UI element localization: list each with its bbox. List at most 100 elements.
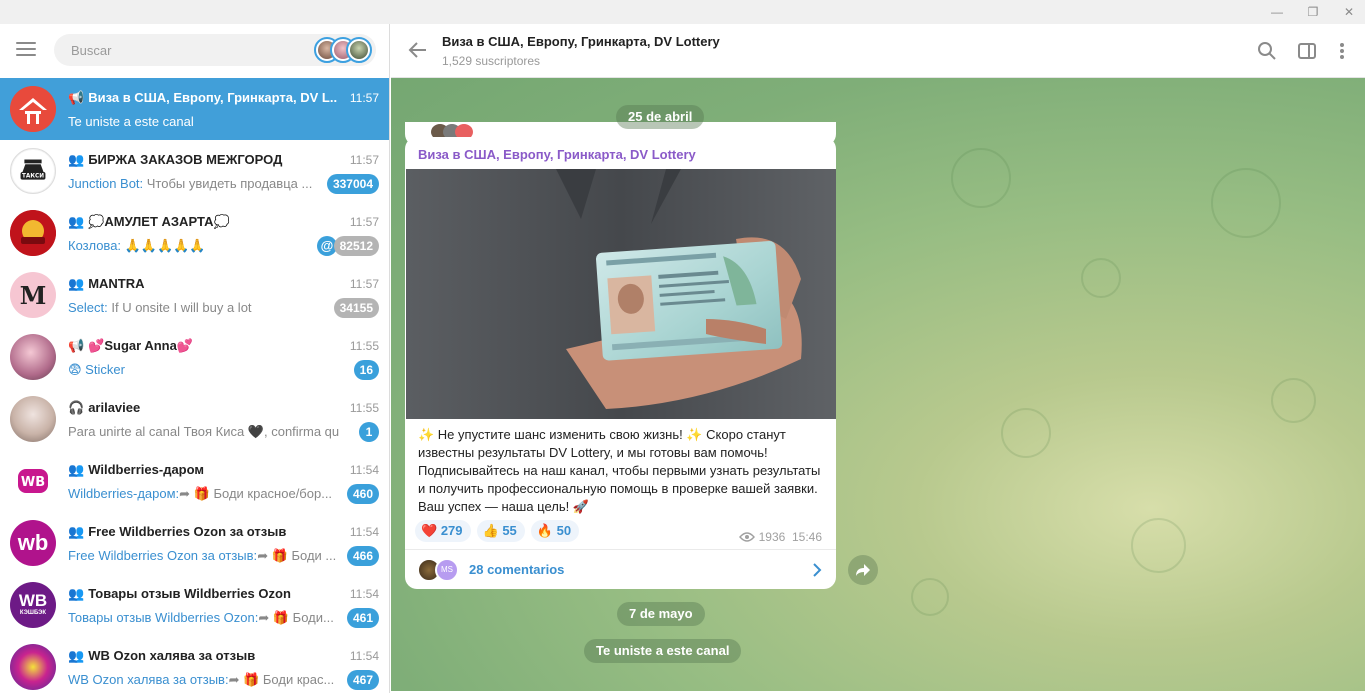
unread-badge: 467 [346,670,379,690]
chat-preview: Te uniste a este canal [68,114,194,129]
chat-title: 🎧 arilaviee [68,400,141,415]
chat-item[interactable]: wb 👥 Free Wildberries Ozon за отзыв 11:54… [0,512,389,574]
unread-badge: 16 [353,360,379,380]
more-options-icon[interactable] [1332,41,1352,61]
channel-post: Виза в США, Европу, Гринкарта, DV Lotter… [405,137,836,589]
sidebar-toggle-icon[interactable] [1297,41,1317,61]
chat-avatar: WB КЭШБЭК [10,582,56,628]
chat-item[interactable]: 🎧 arilaviee 11:55 Para unirte al canal Тв… [0,388,389,450]
chat-list-panel: Buscar 📢 Виза в США, Европу, Гринкарта, D… [0,24,390,693]
chat-title: 👥 Товары отзыв Wildberries Ozon [68,586,291,601]
chat-avatar: M [10,272,56,318]
restore-button[interactable]: ❐ [1298,0,1328,24]
chat-avatar [10,210,56,256]
chat-time: 11:57 [349,215,379,229]
view-count: 1936 [758,530,786,544]
chat-avatar: WB [10,458,56,504]
channel-title[interactable]: Виза в США, Европу, Гринкарта, DV Lotter… [442,34,720,49]
chat-preview: 😨 Sticker [68,362,125,377]
chat-title: 👥 Wildberries-даром [68,462,205,477]
stories-avatars[interactable] [314,37,372,63]
chat-title: 👥 MANTRA [68,276,145,291]
chat-item[interactable]: 📢 💕Sugar Anna💕 11:55 😨 Sticker 16 [0,326,389,388]
chat-preview: Wildberries-даром:➦ 🎁 Боди красное/бор..… [68,486,333,501]
chat-avatar [10,644,56,690]
unread-badge: 337004 [326,174,379,194]
post-photo[interactable] [406,169,836,419]
unread-badge: 82512 [333,236,379,256]
svg-text:WB: WB [21,475,45,490]
share-arrow-icon [856,564,870,576]
chat-item[interactable]: WB 👥 Wildberries-даром 11:54 Wildberries-… [0,450,389,512]
unread-badge: 460 [346,484,379,504]
chat-preview: Para unirte al canal Твоя Киса 🖤, confir… [68,424,339,439]
chat-time: 11:57 [349,91,379,105]
chat-title: 👥 💭АМУЛЕТ АЗАРТА💭 [68,214,230,229]
chat-item[interactable]: 📢 Виза в США, Европу, Гринкарта, DV L... … [0,78,389,140]
chat-avatar [10,334,56,380]
chat-avatar: ТАКСИ [10,148,56,194]
chat-time: 11:57 [349,277,379,291]
unread-badge: 1 [359,422,379,442]
chat-preview: Junction Bot: Чтобы увидеть продавца ... [68,176,313,191]
reactions-bar: ❤️ 279 👍 55 🔥 50 [415,520,585,542]
subscriber-count: 1,529 suscriptores [442,54,541,68]
chat-item[interactable]: ТАКСИ 👥 БИРЖА ЗАКАЗОВ МЕЖГОРОД 11:57 Junc… [0,140,389,202]
chat-preview: Товары отзыв Wildberries Ozon:➦ 🎁 Боди..… [68,610,334,625]
conversation-panel: Виза в США, Европу, Гринкарта, DV Lotter… [391,24,1365,693]
chat-item[interactable]: WB КЭШБЭК 👥 Товары отзыв Wildberries Ozon… [0,574,389,636]
eye-icon [739,532,756,542]
post-author[interactable]: Виза в США, Европу, Гринкарта, DV Lotter… [418,147,696,162]
search-icon[interactable] [1257,41,1277,61]
chat-preview: WB Ozon халява за отзыв:➦ 🎁 Боди крас... [68,672,335,687]
post-time: 15:46 [791,530,822,544]
search-input[interactable]: Buscar [54,34,376,66]
reaction-heart[interactable]: ❤️ 279 [415,520,471,542]
chat-avatar [10,396,56,442]
chat-item[interactable]: 👥 WB Ozon халява за отзыв 11:54 WB Ozon х… [0,636,389,693]
chat-time: 11:54 [349,649,379,663]
post-text: ✨ Не упустите шанс изменить свою жизнь! … [418,427,821,514]
chat-list-header: Buscar [0,24,389,78]
chat-time: 11:55 [349,401,379,415]
commenter-avatar: MS [435,558,459,582]
chat-preview: Select: If U onsite I will buy a lot [68,300,252,315]
search-placeholder: Buscar [71,43,112,58]
reaction-fire[interactable]: 🔥 50 [530,520,580,542]
conversation-header: Виза в США, Европу, Гринкарта, DV Lotter… [391,24,1365,78]
chevron-right-icon [813,563,822,577]
chat-item[interactable]: M 👥 MANTRA 11:57 Select: If U onsite I wi… [0,264,389,326]
comments-label: 28 comentarios [469,562,565,577]
chat-preview: Козлова: 🙏🙏🙏🙏🙏 [68,238,206,253]
back-arrow-icon[interactable] [407,39,429,61]
date-separator: 25 de abril [616,105,705,129]
reaction-thumbs-up[interactable]: 👍 55 [476,520,525,542]
chat-title: 👥 Free Wildberries Ozon за отзыв [68,524,287,539]
date-separator: 7 de mayo [617,602,705,626]
chat-title: 👥 WB Ozon халява за отзыв [68,648,256,663]
chat-background: 25 de abril Виза в США, Европу, Гринкарт… [391,78,1365,693]
chat-time: 11:57 [349,153,379,167]
chat-title: 📢 Виза в США, Европу, Гринкарта, DV L... [68,90,337,105]
chat-item[interactable]: 👥 💭АМУЛЕТ АЗАРТА💭 11:57 Козлова: 🙏🙏🙏🙏🙏 @ … [0,202,389,264]
post-meta: 1936 15:46 [739,530,822,544]
unread-badge: 34155 [333,298,379,318]
chat-time: 11:55 [349,339,379,353]
share-button[interactable] [848,555,878,585]
chat-time: 11:54 [349,587,379,601]
comments-button[interactable]: MS 28 comentarios [405,549,836,589]
chat-time: 11:54 [349,525,379,539]
service-message: Te uniste a este canal [584,639,742,663]
chat-preview: Free Wildberries Ozon за отзыв:➦ 🎁 Боди … [68,548,337,563]
window-titlebar: — ❐ ✕ [0,0,1365,24]
chat-avatar [10,86,56,132]
unread-badge: 466 [346,546,379,566]
chat-time: 11:54 [349,463,379,477]
menu-icon[interactable] [16,42,36,58]
svg-text:ТАКСИ: ТАКСИ [22,174,44,180]
close-button[interactable]: ✕ [1334,0,1364,24]
chat-title: 📢 💕Sugar Anna💕 [68,338,194,353]
minimize-button[interactable]: — [1262,0,1292,24]
unread-badge: 461 [346,608,379,628]
chat-title: 👥 БИРЖА ЗАКАЗОВ МЕЖГОРОД [68,152,283,167]
